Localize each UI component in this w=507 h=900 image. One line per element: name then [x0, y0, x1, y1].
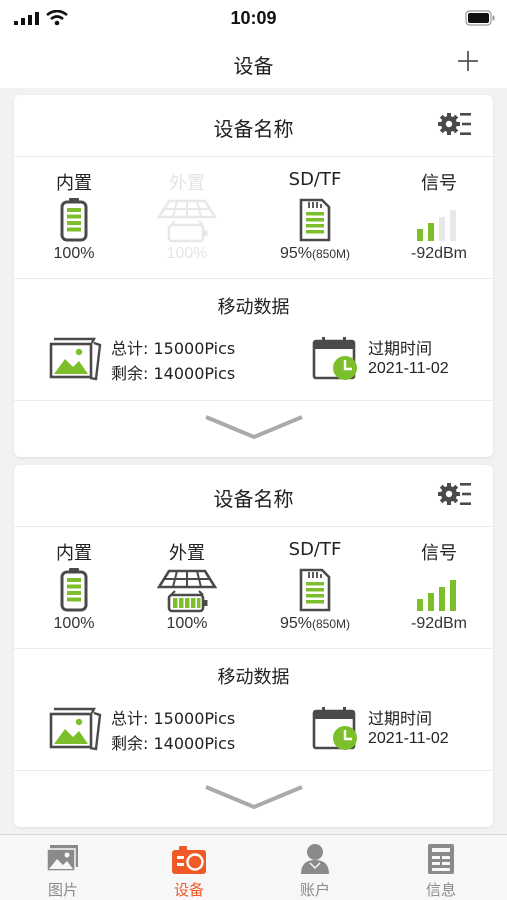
- picture-quota-icon: [49, 337, 102, 381]
- signal-strength-icon: [417, 580, 456, 611]
- stat-label: 外置: [169, 173, 205, 194]
- stat-label: SD/TF: [288, 169, 342, 190]
- page-title: 设备: [233, 54, 274, 78]
- stat-label: 信号: [421, 173, 457, 194]
- device-name: 设备名称: [213, 487, 294, 511]
- pictures-total: 总计: 15000Pics: [111, 339, 236, 358]
- stat-sd-card: SD/TF 95%(850M): [255, 157, 375, 279]
- expiry-date: 2021-11-02: [368, 360, 449, 377]
- tab-account[interactable]: 账户: [252, 835, 378, 900]
- stat-label: SD/TF: [288, 539, 342, 560]
- stat-label: 内置: [56, 543, 92, 564]
- tab-label: 账户: [299, 881, 330, 899]
- stat-value: -92dBm: [410, 615, 468, 632]
- stat-value: 100%: [53, 245, 95, 262]
- calendar-clock-icon: [312, 707, 357, 750]
- gallery-icon: [46, 845, 78, 872]
- internal-battery-icon: [60, 568, 88, 612]
- device-card-header: 设备名称: [14, 465, 493, 527]
- expand-chevron-icon[interactable]: [204, 783, 304, 811]
- mobile-data-title: 移动数据: [217, 667, 290, 688]
- tab-label: 信息: [425, 881, 456, 899]
- stat-label: 信号: [421, 543, 457, 564]
- stat-value: 95%(850M): [279, 615, 351, 632]
- device-settings-icon[interactable]: [437, 109, 473, 139]
- device-stats: 内置 100% 外置 100% SD/TF 95%(850M) 信号 -92dB…: [14, 527, 493, 649]
- info-icon: [428, 844, 454, 874]
- device-stats: 内置 100% 外置 100% SD/TF 95%(850M) 信号 -92dB…: [14, 157, 493, 279]
- status-time: 10:09: [230, 8, 277, 28]
- expiry-label: 过期时间: [368, 709, 433, 728]
- solar-battery-icon: [157, 199, 217, 243]
- expiry-label: 过期时间: [368, 339, 433, 358]
- stat-value: 95%(850M): [279, 245, 351, 262]
- tab-label: 图片: [47, 881, 78, 899]
- stat-value: 100%: [166, 245, 208, 262]
- tab-device[interactable]: 设备: [126, 835, 252, 900]
- tab-label: 设备: [173, 881, 204, 899]
- stat-signal: 信号 -92dBm: [379, 157, 499, 279]
- mobile-data-title: 移动数据: [217, 297, 290, 318]
- battery-icon: [465, 10, 495, 26]
- signal-strength-icon: [417, 210, 456, 241]
- device-name: 设备名称: [213, 117, 294, 141]
- device-card: 设备名称 内置 100% 外置 100% SD/TF 95%(850M) 信号 …: [14, 95, 493, 457]
- sd-card-icon: [299, 198, 331, 242]
- solar-battery-icon: [157, 569, 217, 613]
- stat-external-battery: 外置 100%: [127, 157, 247, 279]
- tab-bar: 图片 设备 账户 信息: [0, 834, 507, 900]
- device-card: 设备名称 内置 100% 外置 100% SD/TF 95%(850M) 信号 …: [14, 465, 493, 827]
- stat-sd-card: SD/TF 95%(850M): [255, 527, 375, 649]
- picture-quota-icon: [49, 707, 102, 751]
- calendar-clock-icon: [312, 337, 357, 380]
- stat-internal-battery: 内置 100%: [14, 527, 134, 649]
- pictures-total: 总计: 15000Pics: [111, 709, 236, 728]
- nav-bar: 设备: [0, 36, 507, 88]
- status-bar: 10:09: [0, 0, 507, 36]
- pictures-remaining: 剩余: 14000Pics: [111, 734, 236, 753]
- stat-value: 100%: [53, 615, 95, 632]
- stat-value: 100%: [166, 615, 208, 632]
- add-device-button[interactable]: [457, 50, 479, 72]
- tab-gallery[interactable]: 图片: [0, 835, 126, 900]
- expand-chevron-icon[interactable]: [204, 413, 304, 441]
- stat-value: -92dBm: [410, 245, 468, 262]
- expiry-date: 2021-11-02: [368, 730, 449, 747]
- mobile-data-section: 移动数据 总计: 15000Pics 剩余: 14000Pics 过期时间 20…: [14, 649, 493, 771]
- internal-battery-icon: [60, 198, 88, 242]
- stat-internal-battery: 内置 100%: [14, 157, 134, 279]
- sd-card-icon: [299, 568, 331, 612]
- stat-signal: 信号 -92dBm: [379, 527, 499, 649]
- device-settings-icon[interactable]: [437, 479, 473, 509]
- pictures-remaining: 剩余: 14000Pics: [111, 364, 236, 383]
- stat-label: 外置: [169, 543, 205, 564]
- account-icon: [301, 844, 329, 874]
- tab-info[interactable]: 信息: [378, 835, 504, 900]
- device-icon: [172, 846, 206, 874]
- stat-label: 内置: [56, 173, 92, 194]
- mobile-data-section: 移动数据 总计: 15000Pics 剩余: 14000Pics 过期时间 20…: [14, 279, 493, 401]
- stat-external-battery: 外置 100%: [127, 527, 247, 649]
- device-card-header: 设备名称: [14, 95, 493, 157]
